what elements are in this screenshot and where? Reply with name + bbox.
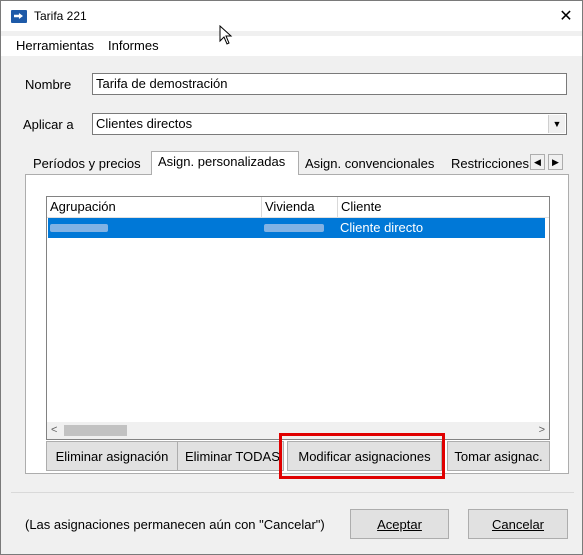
nombre-input[interactable]: Tarifa de demostración <box>92 73 567 95</box>
app-icon <box>11 10 27 23</box>
tab-asign-convencionales[interactable]: Asign. convencionales <box>299 154 440 174</box>
tab-restricciones[interactable]: Restricciones <box>445 154 529 174</box>
col-agrupacion[interactable]: Agrupación <box>50 199 116 214</box>
aplicar-label: Aplicar a <box>23 117 74 132</box>
dropdown-arrow-icon[interactable]: ▼ <box>548 115 565 133</box>
assignments-list[interactable]: Agrupación Vivienda Cliente Cliente dire… <box>46 196 550 440</box>
close-icon[interactable]: ✕ <box>550 1 582 31</box>
redacted-agrupacion <box>50 224 108 232</box>
redacted-vivienda <box>264 224 324 232</box>
divider <box>11 492 574 493</box>
tab-scroll-left-icon[interactable]: ◀ <box>530 154 545 170</box>
scroll-right-icon[interactable]: > <box>539 424 545 436</box>
nombre-label: Nombre <box>25 77 72 92</box>
scroll-thumb[interactable] <box>64 425 127 436</box>
aplicar-value: Clientes directos <box>96 116 193 131</box>
cell-cliente: Cliente directo <box>340 220 424 235</box>
table-row[interactable]: Cliente directo <box>48 218 545 238</box>
cancelar-button[interactable]: Cancelar <box>468 509 568 539</box>
eliminar-asignacion-button[interactable]: Eliminar asignación <box>46 441 178 471</box>
footer-note: (Las asignaciones permanecen aún con "Ca… <box>25 517 325 532</box>
col-separator <box>337 197 338 217</box>
col-vivienda[interactable]: Vivienda <box>265 199 315 214</box>
eliminar-todas-button[interactable]: Eliminar TODAS <box>177 441 284 471</box>
mouse-cursor-icon <box>219 25 233 45</box>
menu-informes[interactable]: Informes <box>108 38 159 53</box>
menu-herramientas[interactable]: Herramientas <box>16 38 94 53</box>
col-cliente[interactable]: Cliente <box>341 199 381 214</box>
list-header: Agrupación Vivienda Cliente <box>47 197 549 218</box>
dialog-window: Tarifa 221 ✕ Herramientas Informes Nombr… <box>0 0 583 555</box>
tomar-asignac-button[interactable]: Tomar asignac. <box>447 441 550 471</box>
col-separator <box>261 197 262 217</box>
window-title: Tarifa 221 <box>34 9 87 23</box>
aplicar-select[interactable]: Clientes directos ▼ <box>92 113 567 135</box>
scroll-left-icon[interactable]: < <box>51 424 57 436</box>
highlight-box <box>279 433 445 479</box>
menu-bar: Herramientas Informes <box>1 36 582 56</box>
aceptar-button[interactable]: Aceptar <box>350 509 449 539</box>
tab-scroll-right-icon[interactable]: ▶ <box>548 154 563 170</box>
tab-asign-personalizadas[interactable]: Asign. personalizadas <box>151 151 299 175</box>
tab-periodos[interactable]: Períodos y precios <box>27 154 147 174</box>
title-bar: Tarifa 221 ✕ <box>1 1 582 31</box>
